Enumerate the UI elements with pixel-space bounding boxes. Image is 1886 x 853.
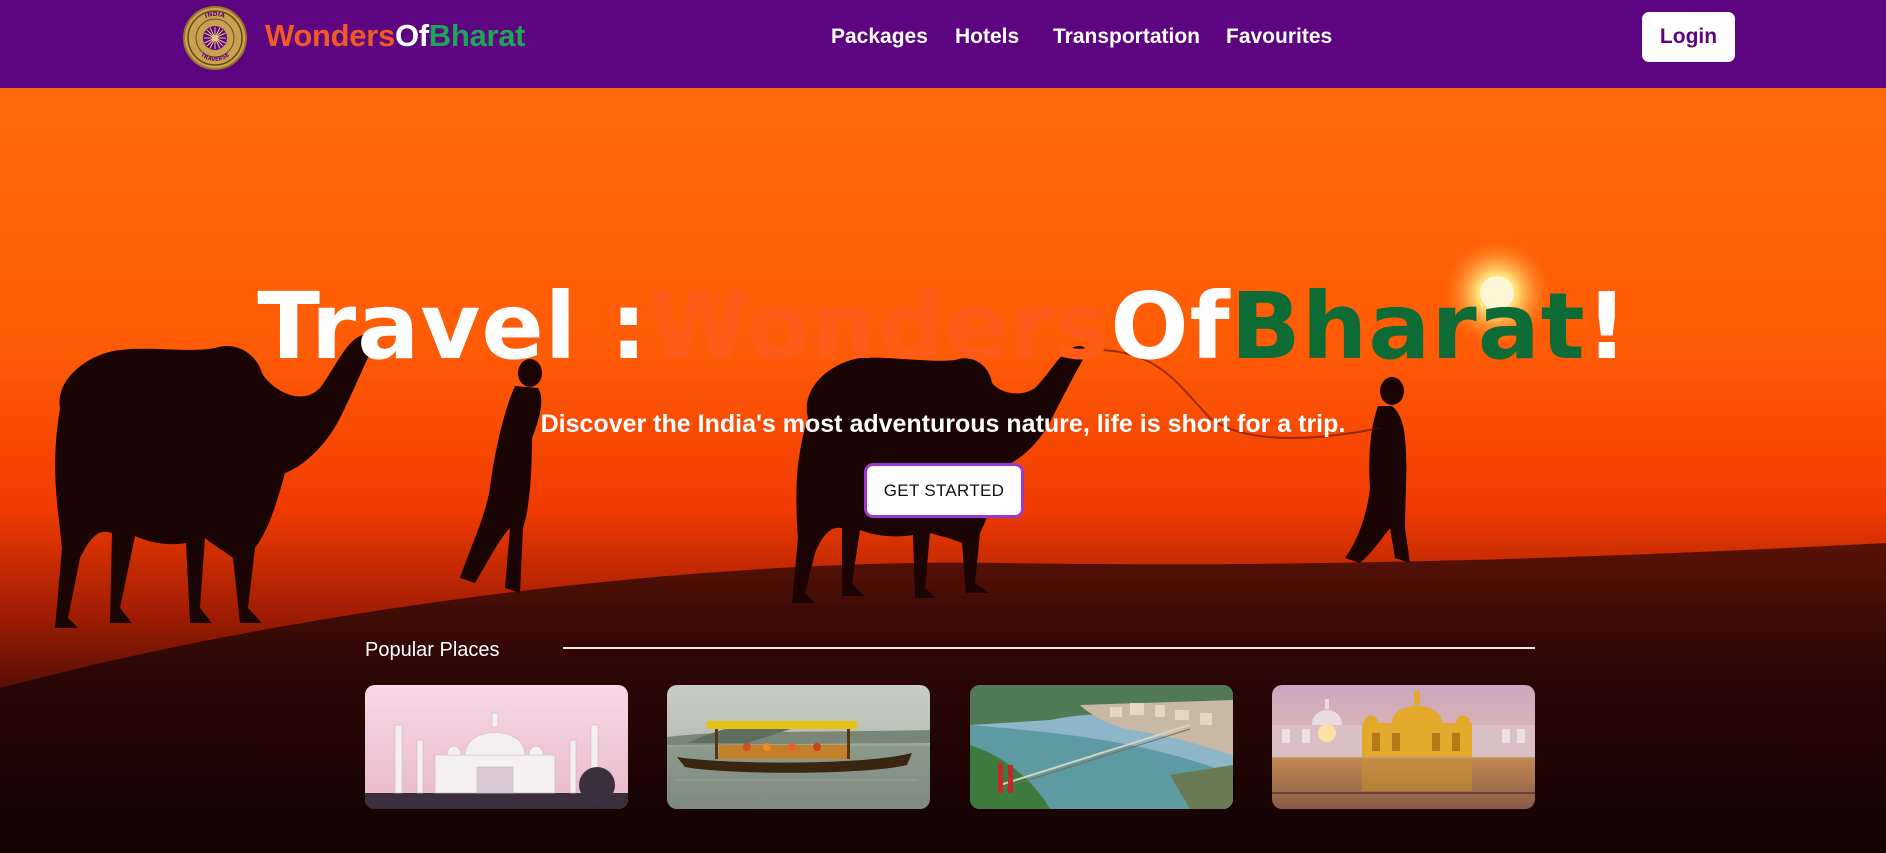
brand-name-part-wonders: Wonders bbox=[265, 18, 395, 53]
top-navbar: INDIA TRAVERSE WondersOfBharat Packages … bbox=[0, 0, 1886, 88]
hero-section: Travel :WondersOfBharat! Discover the In… bbox=[0, 88, 1886, 853]
brand-name-part-of: Of bbox=[394, 18, 429, 53]
place-card-shikara-lake[interactable] bbox=[667, 685, 930, 809]
golden-temple-image bbox=[1272, 685, 1535, 809]
place-card-river-bridge[interactable] bbox=[970, 685, 1233, 809]
login-button[interactable]: Login bbox=[1642, 12, 1735, 62]
nav-link-transportation[interactable]: Transportation bbox=[1053, 25, 1200, 49]
taj-mahal-image bbox=[365, 685, 628, 809]
brand-name[interactable]: WondersOfBharat bbox=[265, 18, 526, 54]
popular-places-heading: Popular Places bbox=[365, 639, 500, 661]
place-card-taj-mahal[interactable] bbox=[365, 685, 628, 809]
hero-title-exclamation: ! bbox=[1585, 273, 1629, 380]
brand-logo-icon[interactable]: INDIA TRAVERSE bbox=[183, 6, 247, 70]
nav-link-hotels[interactable]: Hotels bbox=[955, 25, 1019, 49]
nav-link-favourites[interactable]: Favourites bbox=[1226, 25, 1332, 49]
hero-title-bharat: Bharat bbox=[1230, 273, 1586, 380]
hero-title: Travel :WondersOfBharat! bbox=[0, 273, 1886, 380]
shikara-boat-lake-image bbox=[667, 685, 930, 809]
brand-name-part-bharat: Bharat bbox=[428, 18, 526, 53]
hero-subtitle: Discover the India's most adventurous na… bbox=[540, 410, 1346, 438]
popular-places-divider bbox=[563, 647, 1535, 649]
nav-link-packages[interactable]: Packages bbox=[831, 25, 928, 49]
get-started-button[interactable]: GET STARTED bbox=[864, 463, 1024, 518]
hero-title-of: Of bbox=[1110, 273, 1231, 380]
place-card-golden-temple[interactable] bbox=[1272, 685, 1535, 809]
hero-title-wonders: Wonders bbox=[648, 273, 1111, 380]
hero-title-travel: Travel : bbox=[257, 273, 649, 380]
river-bridge-town-image bbox=[970, 685, 1233, 809]
